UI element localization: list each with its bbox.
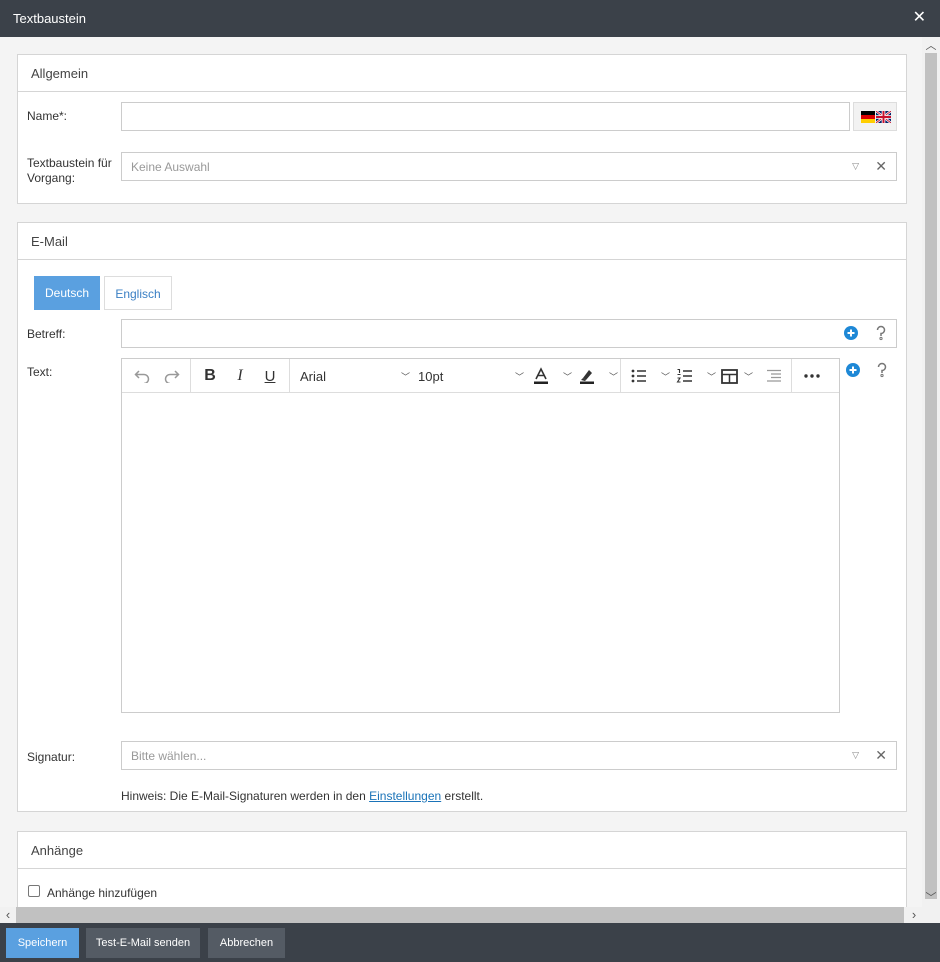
underline-icon[interactable]: U xyxy=(258,359,282,393)
table-icon xyxy=(721,368,738,384)
dialog-titlebar: Textbaustein ✕ xyxy=(0,0,940,37)
vorgang-label: Textbaustein für Vorgang: xyxy=(27,156,112,185)
send-test-email-button[interactable]: Test-E-Mail senden xyxy=(86,928,200,958)
tab-deutsch[interactable]: Deutsch xyxy=(34,276,100,310)
clear-icon[interactable]: ✕ xyxy=(875,747,887,764)
text-label: Text: xyxy=(27,365,53,379)
tab-englisch[interactable]: Englisch xyxy=(104,276,172,310)
vorgang-select[interactable]: Keine Auswahl ▽ ✕ xyxy=(121,152,897,181)
clear-icon[interactable]: ✕ xyxy=(875,158,887,175)
anhaenge-checkbox-label[interactable]: Anhänge hinzufügen xyxy=(47,886,157,900)
undo-icon[interactable] xyxy=(130,359,154,393)
add-circle-icon[interactable] xyxy=(844,326,860,342)
chevron-down-icon: ﹀ xyxy=(562,371,572,382)
chevron-down-icon: ﹀ xyxy=(706,371,716,382)
vertical-scrollbar[interactable]: ︿ ﹀ xyxy=(922,37,940,907)
signatur-select[interactable]: Bitte wählen... ▽ ✕ xyxy=(121,741,897,770)
name-input[interactable] xyxy=(121,102,850,131)
more-icon[interactable] xyxy=(798,359,826,393)
dialog-content[interactable]: Allgemein Name*: Textbaustein für Vorgan… xyxy=(0,37,922,907)
scroll-down-icon[interactable]: ﹀ xyxy=(922,889,940,905)
editor-body[interactable] xyxy=(122,394,839,712)
horizontal-scroll-thumb[interactable] xyxy=(16,907,904,923)
font-size-select[interactable]: 10pt ﹀ xyxy=(418,359,524,393)
bullet-list-button[interactable]: ﹀ xyxy=(630,359,670,393)
chevron-down-icon: ﹀ xyxy=(608,371,618,382)
add-circle-icon[interactable] xyxy=(846,363,862,379)
dialog-title: Textbaustein xyxy=(13,11,86,26)
bold-icon[interactable]: B xyxy=(198,359,222,393)
chevron-down-icon: ﹀ xyxy=(660,371,670,382)
anhaenge-heading: Anhänge xyxy=(18,832,906,869)
dropdown-icon[interactable]: ▽ xyxy=(852,161,859,172)
scroll-up-icon[interactable]: ︿ xyxy=(922,37,940,53)
italic-icon[interactable]: I xyxy=(228,359,252,393)
dropdown-icon[interactable]: ▽ xyxy=(852,750,859,761)
numbered-list-button[interactable]: ﹀ xyxy=(676,359,716,393)
allgemein-heading: Allgemein xyxy=(18,55,906,92)
help-icon[interactable] xyxy=(874,325,890,341)
vertical-scroll-thumb[interactable] xyxy=(925,53,937,899)
font-color-icon xyxy=(534,367,548,384)
save-button[interactable]: Speichern xyxy=(6,928,79,958)
de-flag-icon xyxy=(861,111,875,123)
betreff-input[interactable] xyxy=(121,319,897,348)
vorgang-placeholder: Keine Auswahl xyxy=(131,160,210,174)
name-label: Name*: xyxy=(27,109,68,123)
font-family-value: Arial xyxy=(300,368,327,384)
settings-link[interactable]: Einstellungen xyxy=(369,789,441,803)
dialog-footer: Speichern Test-E-Mail senden Abbrechen xyxy=(0,923,940,962)
anhaenge-checkbox[interactable] xyxy=(28,885,40,897)
chevron-down-icon: ﹀ xyxy=(400,371,410,382)
signatur-placeholder: Bitte wählen... xyxy=(131,749,207,763)
redo-icon[interactable] xyxy=(160,359,184,393)
signature-hint: Hinweis: Die E-Mail-Signaturen werden in… xyxy=(121,789,484,803)
highlight-button[interactable]: ﹀ xyxy=(578,359,618,393)
scroll-left-icon[interactable]: ‹ xyxy=(0,907,16,923)
highlight-icon xyxy=(580,370,594,384)
font-color-button[interactable]: ﹀ xyxy=(532,359,572,393)
rich-text-editor: B I U Arial ﹀ 10pt ﹀ ﹀ ﹀ ﹀ ﹀ ﹀ xyxy=(121,358,840,713)
email-heading: E-Mail xyxy=(18,223,906,260)
uk-flag-icon xyxy=(875,111,891,123)
chevron-down-icon: ﹀ xyxy=(514,371,524,382)
cancel-button[interactable]: Abbrechen xyxy=(208,928,285,958)
horizontal-scrollbar[interactable]: ‹ › xyxy=(0,907,940,923)
indent-icon[interactable] xyxy=(762,359,786,393)
language-flag-button[interactable] xyxy=(853,102,897,131)
scroll-right-icon[interactable]: › xyxy=(906,907,922,923)
help-icon[interactable] xyxy=(875,362,891,378)
font-size-value: 10pt xyxy=(418,368,444,384)
signatur-label: Signatur: xyxy=(27,750,76,764)
bullet-list-icon xyxy=(631,369,646,383)
font-family-select[interactable]: Arial ﹀ xyxy=(300,359,410,393)
betreff-label: Betreff: xyxy=(27,327,66,341)
table-button[interactable]: ﹀ xyxy=(721,359,753,393)
numbered-list-icon xyxy=(676,368,692,383)
close-icon[interactable]: ✕ xyxy=(913,9,926,27)
editor-toolbar: B I U Arial ﹀ 10pt ﹀ ﹀ ﹀ ﹀ ﹀ ﹀ xyxy=(122,359,839,393)
chevron-down-icon: ﹀ xyxy=(743,371,753,382)
